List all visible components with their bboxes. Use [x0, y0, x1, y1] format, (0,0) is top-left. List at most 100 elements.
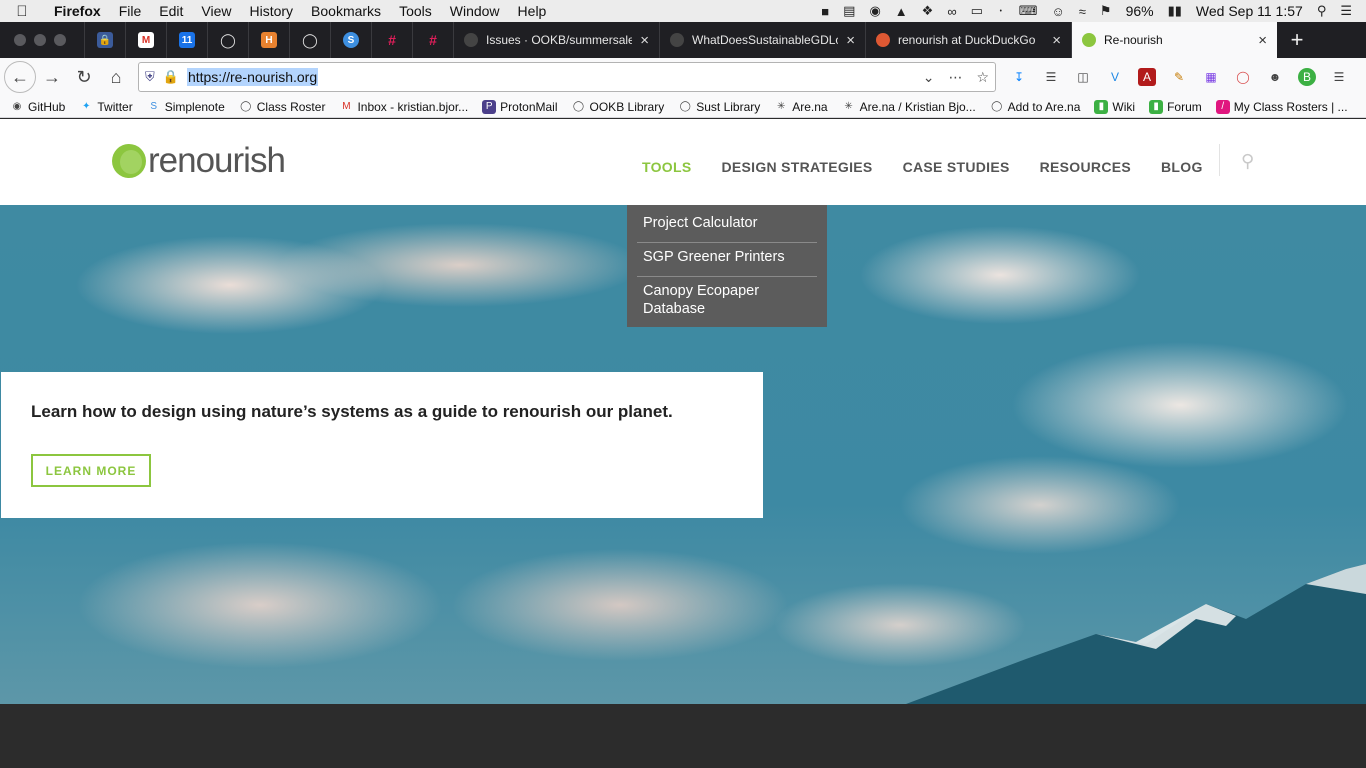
bookmark-arena[interactable]: ✳ Are.na — [774, 100, 828, 114]
pinned-tab-globe-2[interactable]: ◯ — [289, 22, 330, 58]
menu-edit[interactable]: Edit — [150, 3, 192, 19]
pinned-tab-globe[interactable]: ◯ — [207, 22, 248, 58]
bookmark-simplenote[interactable]: S Simplenote — [147, 100, 224, 114]
menu-tools[interactable]: Tools — [390, 3, 441, 19]
menu-app-firefox[interactable]: Firefox — [44, 3, 110, 19]
airplay-icon[interactable]: ▭ — [971, 3, 983, 19]
menu-view[interactable]: View — [192, 3, 240, 19]
apple-menu-icon[interactable]:  — [0, 3, 44, 20]
search-icon[interactable]: ⚲ — [1241, 151, 1254, 172]
reload-button[interactable]: ↻ — [68, 61, 100, 93]
learn-more-button[interactable]: LEARN MORE — [31, 454, 151, 487]
twitter-icon: ✦ — [82, 101, 91, 112]
bookmark-arena-kristian[interactable]: ✳ Are.na / Kristian Bjo... — [842, 100, 975, 114]
tab-whatdoes[interactable]: WhatDoesSustainableGDLook × — [659, 22, 865, 58]
menu-file[interactable]: File — [110, 3, 151, 19]
nav-case-studies[interactable]: CASE STUDIES — [903, 159, 1010, 175]
github-icon — [670, 33, 684, 47]
dropdown-item-sgp-greener-printers[interactable]: SGP Greener Printers — [637, 243, 817, 277]
hamburger-menu-icon[interactable]: ☰ — [1330, 68, 1348, 86]
document-icon[interactable]: ▤ — [843, 3, 855, 19]
forward-button[interactable]: → — [36, 61, 68, 93]
tracking-protection-shield-icon[interactable]: ⛨ — [145, 69, 155, 85]
globe-icon: ◯ — [679, 101, 691, 112]
pdf-extension-icon[interactable]: A — [1138, 68, 1156, 86]
close-tab-icon[interactable]: × — [1052, 32, 1061, 49]
pinned-tab-gmail[interactable]: M — [125, 22, 166, 58]
link-icon[interactable]: ∞ — [947, 4, 956, 19]
sidebar-icon[interactable]: ◫ — [1074, 68, 1092, 86]
pinned-tab-h[interactable]: H — [248, 22, 289, 58]
bookmark-protonmail[interactable]: P ProtonMail — [482, 99, 558, 114]
wiki-icon: ▮ — [1094, 99, 1109, 114]
bookmark-twitter[interactable]: ✦ Twitter — [79, 100, 133, 114]
privacy-badger-icon[interactable]: ◯ — [1234, 68, 1252, 86]
pinned-tab-calendar[interactable]: 11 — [166, 22, 207, 58]
back-button[interactable]: ← — [4, 61, 36, 93]
pinned-tab-simplenote[interactable]: S — [330, 22, 371, 58]
renourish-logo[interactable]: renourish — [112, 141, 286, 181]
keyboard-icon[interactable]: ⌨ — [1019, 3, 1038, 19]
lock-icon[interactable]: 🔒 — [163, 69, 179, 85]
bookmark-add-to-arena[interactable]: ◯ Add to Are.na — [990, 100, 1080, 114]
address-bar[interactable]: ⛨ 🔒 https://re-nourish.org ⌄ ⋯ ☆ — [138, 62, 996, 92]
bookmark-sust-library[interactable]: ◯ Sust Library — [678, 100, 761, 114]
notification-center-icon[interactable]: ☰ — [1340, 3, 1352, 19]
library-icon[interactable]: ☰ — [1042, 68, 1060, 86]
nav-tools[interactable]: TOOLS — [642, 159, 691, 175]
pinned-tab-slack-2[interactable]: # — [412, 22, 453, 58]
clock[interactable]: Wed Sep 11 1:57 — [1196, 3, 1303, 19]
extension-b-icon[interactable]: B — [1298, 68, 1316, 86]
bluetooth-icon[interactable]: ᛫ — [997, 4, 1005, 19]
zoom-window-button[interactable] — [54, 34, 66, 46]
nav-resources[interactable]: RESOURCES — [1040, 159, 1131, 175]
calendar-icon: 11 — [179, 32, 195, 48]
close-tab-icon[interactable]: × — [1258, 32, 1267, 49]
new-tab-button[interactable]: + — [1277, 27, 1317, 53]
minimize-window-button[interactable] — [34, 34, 46, 46]
tab-github-issues[interactable]: Issues · OOKB/summersale × — [453, 22, 659, 58]
nav-blog[interactable]: BLOG — [1161, 159, 1203, 175]
wifi-icon[interactable]: ≈ — [1079, 4, 1086, 19]
url-text[interactable]: https://re-nourish.org — [186, 68, 319, 86]
tab-renourish-active[interactable]: Re-nourish × — [1071, 22, 1277, 58]
dropdown-item-canopy-ecopaper[interactable]: Canopy Ecopaper Database — [637, 277, 817, 327]
bookmark-label: Forum — [1167, 99, 1202, 114]
bookmark-class-roster[interactable]: ◯ Class Roster — [239, 100, 325, 114]
tab-duckduckgo[interactable]: renourish at DuckDuckGo × — [865, 22, 1071, 58]
pinned-tab-1password[interactable]: 🔒 — [84, 22, 125, 58]
downloads-icon[interactable]: ↧ — [1010, 68, 1028, 86]
extension-grid-icon[interactable]: ▦ — [1202, 68, 1220, 86]
extension-v-icon[interactable]: V — [1106, 68, 1124, 86]
bookmark-github[interactable]: ◉ GitHub — [10, 100, 66, 114]
creative-cloud-icon[interactable]: ◉ — [869, 3, 880, 19]
notification-icon[interactable]: ■ — [821, 4, 829, 19]
bookmark-wiki[interactable]: ▮ Wiki — [1094, 99, 1135, 114]
bookmark-ookb-library[interactable]: ◯ OOKB Library — [572, 100, 664, 114]
bookmark-forum[interactable]: ▮ Forum — [1149, 99, 1202, 114]
battery-icon[interactable]: ▮▮ — [1168, 3, 1182, 19]
bookmark-star-icon[interactable]: ☆ — [976, 69, 989, 86]
menu-help[interactable]: Help — [509, 3, 556, 19]
bookmark-inbox[interactable]: M Inbox - kristian.bjor... — [339, 100, 468, 114]
menu-history[interactable]: History — [240, 3, 302, 19]
extension-badge-icon[interactable]: ✎ — [1170, 68, 1188, 86]
flag-icon[interactable]: ⚑ — [1100, 3, 1112, 19]
dropbox-icon[interactable]: ❖ — [922, 3, 934, 19]
menu-window[interactable]: Window — [441, 3, 509, 19]
bookmark-my-class-rosters[interactable]: / My Class Rosters | ... — [1215, 99, 1348, 114]
spotlight-search-icon[interactable]: ⚲ — [1317, 3, 1327, 19]
page-actions-menu-icon[interactable]: ⋯ — [948, 69, 962, 86]
dropdown-item-project-calculator[interactable]: Project Calculator — [637, 209, 817, 243]
nav-design-strategies[interactable]: DESIGN STRATEGIES — [721, 159, 872, 175]
url-dropdown-chevron-icon[interactable]: ⌄ — [923, 69, 935, 86]
account-icon[interactable]: ☻ — [1266, 68, 1284, 86]
close-tab-icon[interactable]: × — [846, 32, 855, 49]
accessibility-icon[interactable]: ☺ — [1051, 4, 1064, 19]
close-window-button[interactable] — [14, 34, 26, 46]
home-button[interactable]: ⌂ — [100, 61, 132, 93]
flame-icon[interactable]: ▲ — [895, 4, 908, 19]
close-tab-icon[interactable]: × — [640, 32, 649, 49]
pinned-tab-slack[interactable]: # — [371, 22, 412, 58]
menu-bookmarks[interactable]: Bookmarks — [302, 3, 390, 19]
